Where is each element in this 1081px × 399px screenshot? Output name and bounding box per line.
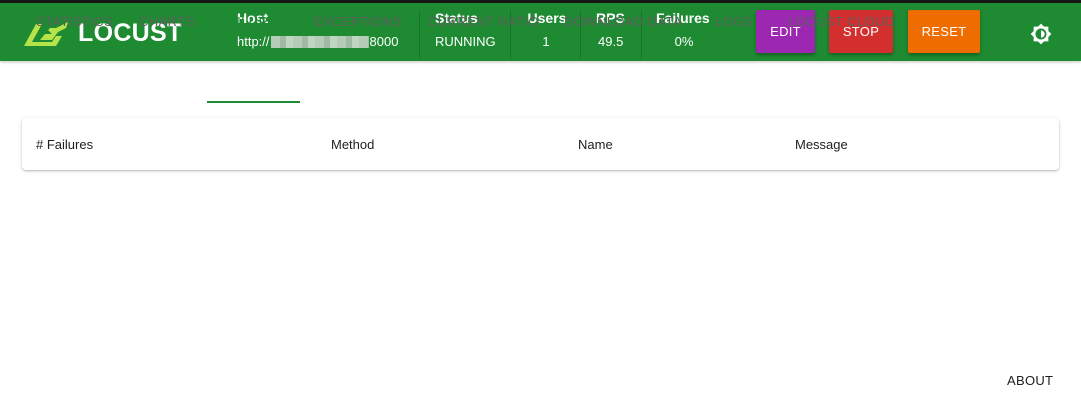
reset-button[interactable]: RESET (908, 10, 980, 53)
tab-exceptions[interactable]: EXCEPTIONS (314, 0, 402, 43)
tab-locust-cloud[interactable]: LOCUST CLOUD (788, 0, 894, 43)
failures-table: # Failures Method Name Message (22, 118, 1059, 170)
tab-logs[interactable]: LOGS (715, 0, 753, 43)
tab-download-data[interactable]: DOWNLOAD DATA (564, 0, 682, 43)
active-tab-indicator (207, 101, 300, 103)
column-header-message[interactable]: Message (795, 137, 848, 152)
about-link[interactable]: ABOUT (1007, 373, 1053, 388)
tab-charts[interactable]: CHARTS (139, 0, 195, 43)
header-divider (419, 11, 420, 59)
column-header-method[interactable]: Method (331, 137, 374, 152)
theme-toggle-button[interactable] (1030, 23, 1052, 45)
tab-current-ratio[interactable]: CURRENT RATIO (428, 0, 539, 43)
brightness-icon (1030, 23, 1052, 45)
tab-failures[interactable]: FAILURES (207, 0, 300, 43)
column-header-failures-count[interactable]: # Failures (36, 137, 93, 152)
column-header-name[interactable]: Name (578, 137, 613, 152)
tab-statistics[interactable]: STATISTICS (36, 0, 113, 43)
